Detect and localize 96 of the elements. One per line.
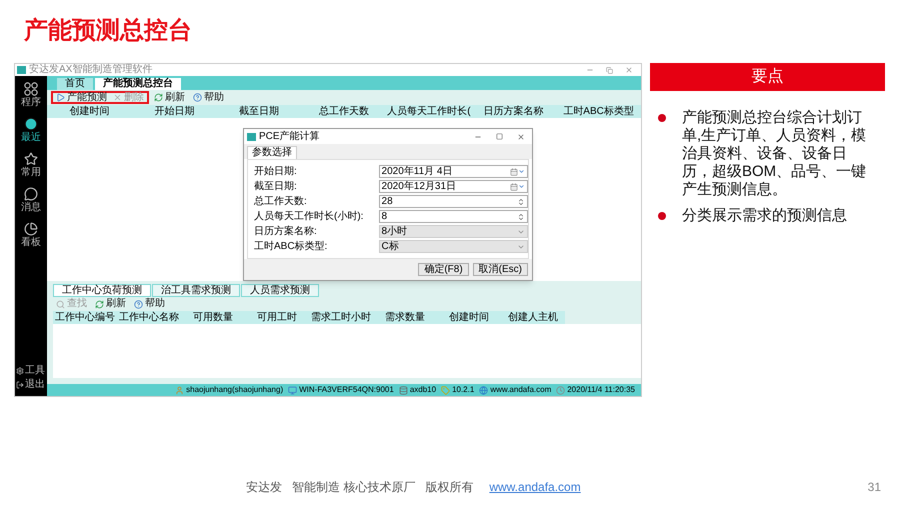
grid-icon — [24, 82, 38, 96]
footer-text: 版权所有 — [425, 479, 474, 496]
bullet-icon — [658, 114, 666, 122]
tab[interactable]: 产能预测总控台 — [95, 78, 181, 90]
spinner-icon — [517, 212, 525, 220]
sidebar-item[interactable]: 最近 — [21, 117, 41, 143]
sidebar-item[interactable]: 退出 — [16, 380, 45, 390]
field-label: 开始日期: — [254, 166, 298, 176]
field-label: 总工作天数: — [254, 196, 308, 206]
column-header: 截至日期 — [216, 105, 302, 118]
date-field[interactable]: 2020年12月31日 — [378, 180, 528, 193]
status-text: 2020/11/4 11:20:35 — [567, 386, 635, 394]
number-field[interactable]: 28 — [378, 195, 528, 208]
dropdown-field[interactable]: 8小时 — [378, 225, 528, 238]
search-icon — [56, 300, 65, 308]
close-icon — [113, 93, 122, 102]
tab[interactable]: 工作中心负荷预测 — [53, 284, 151, 297]
toolbar-button[interactable]: 帮助 — [131, 299, 168, 309]
restore-icon[interactable] — [606, 66, 613, 74]
bullet-text: 产能预测总控台综合计划订单,生产订单、人员资料，模治具资料、设备、设备日历，超级BOM、品号、一键产生预测信息。 — [682, 109, 868, 199]
field-label: 截至日期: — [254, 182, 298, 192]
refresh-icon — [154, 93, 163, 102]
bullet-text: 分类展示需求的预测信息 — [682, 207, 848, 225]
column-header: 创建人主机 — [501, 311, 565, 324]
caret-icon — [518, 168, 525, 175]
toolbar-button[interactable]: 刷新 — [92, 299, 129, 309]
toolbar-button[interactable]: 产能预测 — [53, 92, 110, 102]
status-text: WIN-FA3VERF54QN:9001 — [299, 386, 394, 394]
field-label: 人员每天工作时长(小时): — [254, 212, 364, 222]
maximize-icon[interactable] — [496, 133, 503, 140]
slide-title: 产能预测总控台 — [24, 19, 192, 43]
caret-icon — [518, 183, 525, 190]
spinner-icon — [517, 198, 525, 206]
panel-header: 要点 — [650, 63, 885, 91]
column-header: 工作中心名称 — [117, 311, 181, 324]
column-header: 创建时间 — [47, 105, 132, 118]
speech-bubble-icon — [24, 187, 38, 201]
column-header: 可用工时 — [245, 311, 309, 324]
field-label: 工时ABC标类型: — [254, 242, 328, 252]
bullet-icon — [658, 212, 666, 220]
refresh-icon — [95, 300, 104, 308]
dialog-button[interactable]: 确定(F8) — [418, 263, 469, 276]
column-header: 工时ABC标类型 — [556, 105, 642, 118]
status-text: shaojunhang(shaojunhang) — [186, 386, 284, 394]
sidebar-item[interactable]: 消息 — [21, 187, 41, 213]
window-title: 安达发AX智能制造管理软件 — [29, 65, 152, 75]
page-number: 31 — [868, 479, 881, 496]
footer-link[interactable]: www.andafa.com — [489, 478, 581, 496]
tag-icon — [441, 386, 450, 394]
column-header: 需求工时小时 — [309, 311, 373, 324]
user-icon — [175, 386, 184, 394]
column-header: 创建时间 — [437, 311, 501, 324]
calendar-icon — [510, 168, 518, 176]
number-field[interactable]: 8 — [378, 210, 528, 223]
column-header: 工作中心编号 — [53, 311, 117, 324]
dropdown-field[interactable]: C标 — [378, 240, 528, 253]
app-logo-icon — [17, 66, 26, 74]
exit-icon — [16, 381, 24, 389]
sidebar-item[interactable]: 常用 — [21, 152, 41, 178]
pie-chart-icon — [24, 222, 38, 236]
status-text: 10.2.1 — [452, 386, 474, 394]
globe-icon — [479, 386, 488, 394]
footer-text: 安达发 — [246, 479, 282, 496]
calendar-icon — [510, 182, 518, 190]
star-icon — [24, 152, 38, 166]
settings-icon — [16, 367, 24, 375]
column-header: 可用数量 — [181, 311, 245, 324]
date-field[interactable]: 2020年11月 4日 — [378, 165, 528, 178]
app-logo-icon — [247, 132, 256, 140]
column-header: 需求数量 — [373, 311, 437, 324]
toolbar-button[interactable]: 刷新 — [151, 92, 188, 102]
database-icon — [398, 386, 408, 394]
footer-text: 智能制造 核心技术原厂 — [292, 479, 416, 496]
column-header: 总工作天数 — [302, 105, 386, 118]
tab[interactable]: 首页 — [57, 78, 93, 90]
dialog-button[interactable]: 取消(Esc) — [472, 263, 528, 276]
field-label: 日历方案名称: — [254, 226, 318, 236]
tab[interactable]: 参数选择 — [247, 146, 297, 159]
close-icon[interactable] — [625, 66, 633, 74]
toolbar-button[interactable]: 帮助 — [190, 92, 227, 102]
tab[interactable]: 治工具需求预测 — [152, 284, 240, 297]
sidebar-item[interactable]: 看板 — [21, 222, 41, 248]
status-text: www.andafa.com — [490, 386, 552, 394]
help-icon — [134, 300, 143, 308]
dialog-title: PCE产能计算 — [259, 132, 320, 142]
play-icon — [56, 93, 65, 102]
close-icon[interactable] — [517, 132, 525, 140]
status-text: axdb10 — [410, 386, 436, 394]
help-icon — [193, 93, 202, 102]
sidebar-item[interactable]: 程序 — [21, 82, 41, 108]
column-header: 开始日期 — [132, 105, 217, 118]
column-header: 日历方案名称 — [471, 105, 556, 118]
tab[interactable]: 人员需求预测 — [241, 284, 319, 297]
monitor-icon — [288, 386, 298, 394]
sidebar-item[interactable]: 工具 — [16, 366, 45, 376]
column-header: 人员每天工作时长( — [386, 105, 472, 118]
